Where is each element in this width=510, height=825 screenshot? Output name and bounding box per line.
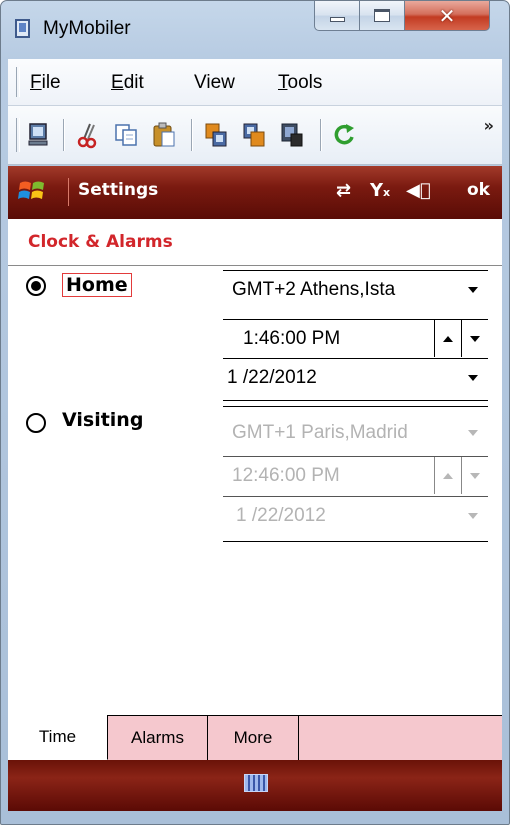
page-title: Clock & Alarms <box>28 232 173 252</box>
menu-view-label: iew <box>206 72 235 93</box>
home-time-field[interactable]: 1:46:00 PM <box>223 320 488 357</box>
title-divider-line <box>8 265 502 266</box>
minimize-icon <box>329 17 345 22</box>
soft-key-bar <box>8 760 502 811</box>
menu-tools-access-key: T <box>278 72 288 93</box>
menu-edit-label: dit <box>123 72 144 93</box>
dropdown-arrow-icon <box>468 429 478 436</box>
connectivity-icon[interactable]: ⇄ <box>336 180 351 201</box>
windows-start-icon[interactable] <box>16 175 48 207</box>
volume-icon[interactable]: ◀ﾞ <box>406 180 431 201</box>
menu-edit-access-key: E <box>111 72 124 93</box>
mymobiler-icon <box>15 19 30 38</box>
cut-icon[interactable] <box>74 121 102 149</box>
copy-to-device-icon[interactable] <box>202 121 230 149</box>
menu-tools-label: ools <box>287 72 323 93</box>
menu-file-label: ile <box>41 72 61 93</box>
no-signal-icon[interactable]: Yx <box>370 180 390 201</box>
tab-bar: Time Alarms More <box>8 715 502 761</box>
section-double-line <box>223 406 488 407</box>
home-label[interactable]: Home <box>62 273 132 297</box>
dropdown-arrow-icon <box>468 374 478 381</box>
menu-tools[interactable]: Tools <box>278 72 322 94</box>
home-date-picker[interactable]: 1 /22/2012 <box>223 359 488 396</box>
toolbar-separator <box>320 119 322 151</box>
title-bar[interactable]: MyMobiler ✕ <box>1 1 509 59</box>
maximize-button[interactable] <box>360 1 405 31</box>
arrow-up-icon <box>443 472 453 479</box>
screenshot-icon[interactable] <box>278 121 306 149</box>
visiting-timezone-select[interactable]: GMT+1 Paris,Madrid <box>223 414 488 451</box>
toolbar: » <box>8 106 502 165</box>
tab-more[interactable]: More <box>208 715 299 760</box>
refresh-icon[interactable] <box>330 121 358 149</box>
toolbar-separator <box>191 119 193 151</box>
visiting-label[interactable]: Visiting <box>62 409 143 431</box>
minimize-button[interactable] <box>314 1 360 31</box>
close-button[interactable]: ✕ <box>405 1 490 31</box>
menu-grip <box>16 67 20 97</box>
window-bottom-border <box>1 811 509 824</box>
toolbar-overflow-chevron[interactable]: » <box>484 116 494 135</box>
dropdown-arrow-icon <box>468 286 478 293</box>
visiting-date-picker[interactable]: 1 /22/2012 <box>223 497 488 534</box>
visiting-time-value: 12:46:00 PM <box>232 464 340 486</box>
menu-file-access-key: F <box>30 72 42 93</box>
ok-button[interactable]: ok <box>467 180 490 200</box>
menu-edit[interactable]: Edit <box>111 72 144 94</box>
menu-view-access-key: V <box>194 72 207 93</box>
app-window: MyMobiler ✕ File Edit View Tools » Setti… <box>0 0 510 825</box>
visiting-timezone-value: GMT+1 Paris,Madrid <box>232 421 408 443</box>
toolbar-separator <box>63 119 65 151</box>
copy-icon[interactable] <box>112 121 140 149</box>
spin-up-button[interactable] <box>434 320 461 357</box>
device-connect-icon[interactable] <box>24 121 52 149</box>
home-timezone-select[interactable]: GMT+2 Athens,Ista <box>223 271 488 308</box>
close-icon: ✕ <box>438 3 456 28</box>
home-date-value: 1 /22/2012 <box>227 366 317 388</box>
paste-icon[interactable] <box>150 121 178 149</box>
app-title: Settings <box>78 180 159 200</box>
menu-file[interactable]: File <box>30 72 61 94</box>
spin-down-button[interactable] <box>461 320 488 357</box>
wm-title-bar: Settings ⇄ Yx ◀ﾞ ok <box>8 166 502 219</box>
copy-from-device-icon[interactable] <box>240 121 268 149</box>
spin-down-button[interactable] <box>461 457 488 494</box>
device-screen: Settings ⇄ Yx ◀ﾞ ok Clock & Alarms Home … <box>8 166 502 811</box>
tab-alarms[interactable]: Alarms <box>108 715 208 760</box>
home-timezone-value: GMT+2 Athens,Ista <box>232 278 396 300</box>
time-spinner <box>434 457 488 494</box>
time-spinner <box>434 320 488 357</box>
arrow-down-icon <box>470 472 480 479</box>
keyboard-icon[interactable] <box>244 774 268 792</box>
visiting-date-bottom-border <box>223 541 488 542</box>
dropdown-arrow-icon <box>468 512 478 519</box>
tab-time[interactable]: Time <box>8 715 108 760</box>
menu-view[interactable]: View <box>194 72 235 94</box>
arrow-down-icon <box>470 335 480 342</box>
home-radio[interactable] <box>26 276 46 296</box>
visiting-radio[interactable] <box>26 413 46 433</box>
visiting-time-field[interactable]: 12:46:00 PM <box>223 457 488 494</box>
title-divider <box>68 178 69 206</box>
home-time-value: 1:46:00 PM <box>243 327 341 349</box>
arrow-up-icon <box>443 335 453 342</box>
visiting-date-value: 1 /22/2012 <box>236 504 326 526</box>
window-title: MyMobiler <box>43 18 131 39</box>
spin-up-button[interactable] <box>434 457 461 494</box>
toolbar-grip <box>16 118 20 152</box>
home-date-bottom-border <box>223 400 488 401</box>
maximize-icon <box>374 9 390 22</box>
menu-bar: File Edit View Tools <box>8 59 502 106</box>
